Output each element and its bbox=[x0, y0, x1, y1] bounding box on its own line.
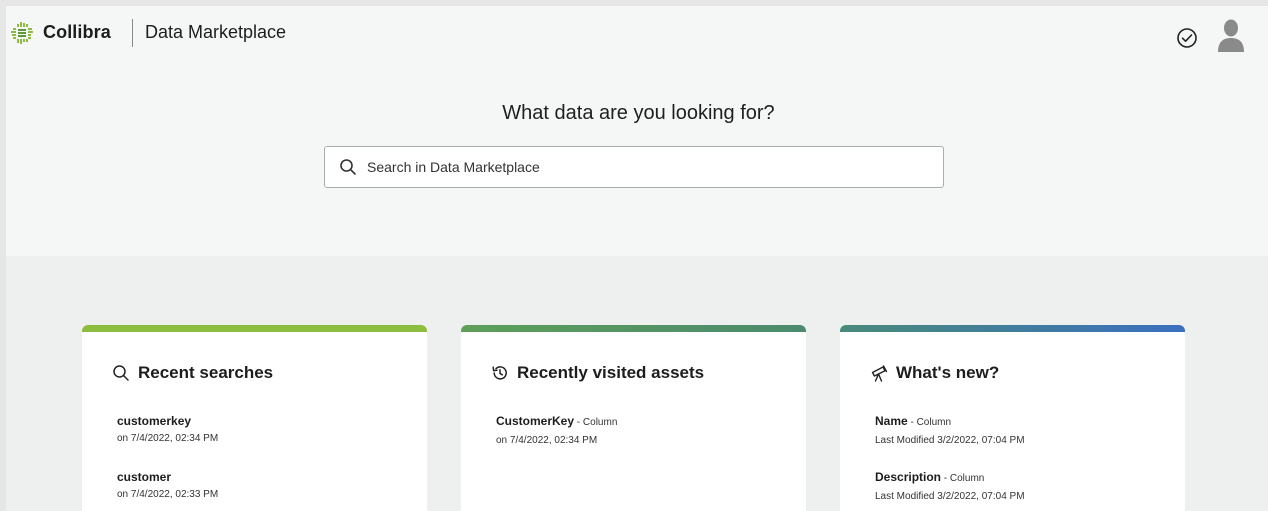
card-title: Recent searches bbox=[112, 363, 273, 383]
brand-name[interactable]: Collibra bbox=[43, 22, 111, 43]
card-accent-bar bbox=[840, 325, 1185, 332]
history-icon bbox=[492, 366, 507, 380]
hero-title: What data are you looking for? bbox=[502, 102, 775, 124]
item-name[interactable]: Description bbox=[875, 470, 941, 484]
new-asset-item[interactable]: Description - Column Last Modified 3/2/2… bbox=[875, 470, 1025, 503]
item-timestamp: on 7/4/2022, 02:34 PM bbox=[117, 433, 219, 444]
item-name[interactable]: customerkey bbox=[117, 414, 191, 428]
card-title-text: Recently visited assets bbox=[517, 363, 705, 382]
item-name[interactable]: Name bbox=[875, 414, 908, 428]
visited-asset-item[interactable]: CustomerKey - Column on 7/4/2022, 02:34 … bbox=[496, 414, 617, 447]
recent-search-item[interactable]: customer on 7/4/2022, 02:33 PM bbox=[117, 470, 218, 501]
card-accent-bar bbox=[82, 325, 427, 332]
item-name[interactable]: CustomerKey bbox=[496, 414, 574, 428]
hero-section: What data are you looking for? bbox=[6, 63, 1268, 256]
item-timestamp: on 7/4/2022, 02:33 PM bbox=[117, 489, 219, 500]
search-box[interactable] bbox=[324, 146, 944, 188]
user-avatar-icon[interactable] bbox=[1216, 18, 1246, 52]
brand-divider bbox=[132, 19, 133, 47]
item-timestamp: Last Modified 3/2/2022, 07:04 PM bbox=[875, 435, 1025, 446]
search-icon bbox=[340, 159, 356, 175]
item-timestamp: Last Modified 3/2/2022, 07:04 PM bbox=[875, 491, 1025, 502]
whats-new-card: What's new? Name - Column Last Modified … bbox=[840, 325, 1185, 511]
card-title: What's new? bbox=[870, 363, 999, 383]
recent-search-item[interactable]: customerkey on 7/4/2022, 02:34 PM bbox=[117, 414, 218, 445]
card-title-text: Recent searches bbox=[138, 363, 274, 382]
recent-searches-card: Recent searches customerkey on 7/4/2022,… bbox=[82, 325, 427, 511]
search-icon bbox=[113, 365, 129, 381]
top-navigation-bar: Collibra Data Marketplace bbox=[6, 6, 1268, 63]
item-type: - Column bbox=[941, 473, 985, 484]
telescope-icon bbox=[871, 365, 888, 382]
app-name[interactable]: Data Marketplace bbox=[145, 22, 286, 43]
check-circle-icon[interactable] bbox=[1176, 27, 1198, 49]
item-type: - Column bbox=[907, 417, 952, 428]
recently-visited-card: Recently visited assets CustomerKey - Co… bbox=[461, 325, 806, 511]
card-accent-bar bbox=[461, 325, 806, 332]
card-title-text: What's new? bbox=[896, 363, 1000, 382]
item-timestamp: on 7/4/2022, 02:34 PM bbox=[496, 435, 598, 446]
search-input[interactable] bbox=[367, 155, 927, 179]
item-type: - Column bbox=[574, 417, 618, 428]
collibra-logo-icon bbox=[11, 22, 33, 44]
item-name[interactable]: customer bbox=[117, 470, 171, 484]
new-asset-item[interactable]: Name - Column Last Modified 3/2/2022, 07… bbox=[875, 414, 1025, 447]
card-title: Recently visited assets bbox=[491, 363, 704, 383]
